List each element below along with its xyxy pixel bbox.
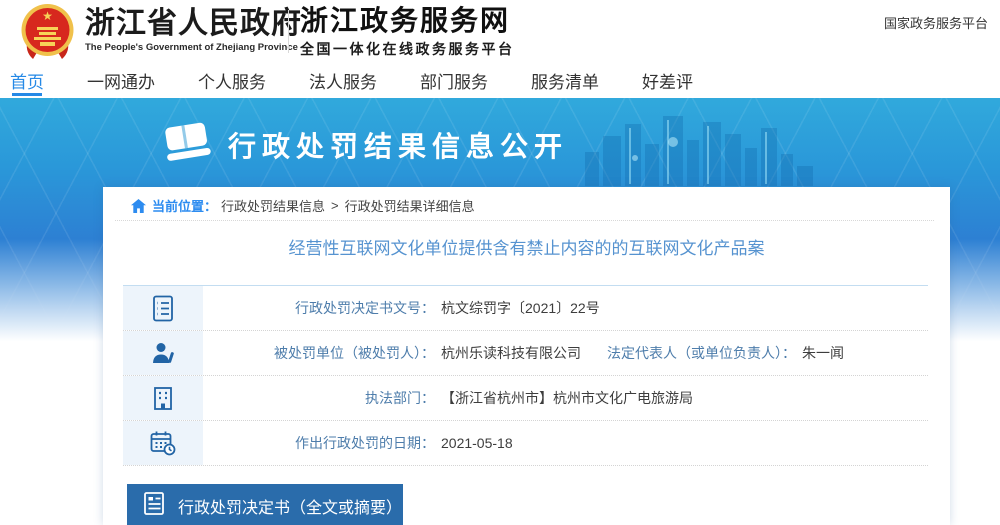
nav-items: 首页 一网通办 个人服务 法人服务 部门服务 服务清单 好差评: [10, 62, 693, 98]
case-title: 经营性互联网文化单位提供含有禁止内容的的互联网文化产品案: [288, 239, 765, 258]
gov-subtitle: The People's Government of Zhejiang Prov…: [85, 42, 298, 53]
table-row: 行政处罚决定书文号： 杭文综罚字〔2021〕22号: [123, 286, 928, 331]
penalty-decision-button-label: 行政处罚决定书（全文或摘要）: [178, 500, 403, 517]
row-value: 杭文综罚字〔2021〕22号: [441, 300, 600, 316]
nav-item-personal-services[interactable]: 个人服务: [198, 62, 266, 98]
portal-title-block: 浙江政务服务网 全国一体化在线政务服务平台: [300, 6, 515, 59]
breadcrumb-location-label: 当前位置：: [152, 199, 218, 214]
row-value-2: 朱一闻: [802, 345, 844, 361]
national-emblem-logo: ★: [20, 3, 75, 61]
table-row: 作出行政处罚的日期： 2021-05-18: [123, 421, 928, 466]
row-value: 【浙江省杭州市】杭州市文化广电旅游局: [441, 390, 693, 406]
row-text: 被处罚单位（被处罚人）： 杭州乐读科技有限公司 法定代表人（或单位负责人）： 朱…: [203, 331, 928, 375]
calendar-clock-icon: [123, 421, 203, 465]
nav-item-department-services[interactable]: 部门服务: [420, 62, 488, 98]
person-icon: [123, 331, 203, 375]
row-label: 执法部门：: [365, 390, 435, 406]
portal-title: 浙江政务服务网: [300, 6, 511, 37]
gov-title-block: 浙江省人民政府 The People's Government of Zheji…: [85, 7, 302, 53]
content-panel: 当前位置： 行政处罚结果信息 > 行政处罚结果详细信息 经营性互联网文化单位提供…: [103, 187, 950, 525]
row-text: 执法部门： 【浙江省杭州市】杭州市文化广电旅游局: [203, 376, 928, 420]
breadcrumb-current: 行政处罚结果详细信息: [344, 199, 475, 214]
nav-item-service-list[interactable]: 服务清单: [531, 62, 599, 98]
breadcrumb-divider: [115, 220, 934, 221]
header-divider: [288, 10, 289, 53]
row-label: 行政处罚决定书文号：: [295, 300, 435, 316]
city-skyline-graphic: [585, 116, 813, 186]
gov-title: 浙江省人民政府: [85, 7, 302, 40]
top-header: ★ 浙江省人民政府 The People's Government of Zhe…: [0, 0, 1000, 62]
table-row: 执法部门： 【浙江省杭州市】杭州市文化广电旅游局: [123, 376, 928, 421]
hero-banner: 行政处罚结果信息公开 当前位置： 行政处罚结果信息 > 行政处罚结果详细信息 经…: [0, 98, 1000, 525]
row-value: 杭州乐读科技有限公司: [441, 345, 581, 361]
main-nav: 首页 一网通办 个人服务 法人服务 部门服务 服务清单 好差评 搜索: [0, 62, 1000, 155]
book-icon: [160, 118, 214, 171]
nav-item-rating[interactable]: 好差评: [642, 62, 693, 98]
portal-subtitle: 全国一体化在线政务服务平台: [300, 43, 515, 58]
row-text: 行政处罚决定书文号： 杭文综罚字〔2021〕22号: [203, 286, 928, 330]
building-icon: [123, 376, 203, 420]
penalty-detail-table: 行政处罚决定书文号： 杭文综罚字〔2021〕22号 被处罚单位（被处罚人）： 杭…: [123, 285, 928, 466]
national-platform-link[interactable]: 国家政务服务平台: [884, 13, 988, 32]
document-text-icon: [143, 491, 166, 521]
home-icon: [131, 198, 146, 213]
nav-item-legal-person-services[interactable]: 法人服务: [309, 62, 377, 98]
breadcrumb: 当前位置： 行政处罚结果信息 > 行政处罚结果详细信息: [131, 196, 475, 215]
row-label: 被处罚单位（被处罚人）：: [274, 345, 435, 361]
row-value: 2021-05-18: [441, 435, 513, 451]
banner-title: 行政处罚结果信息公开: [228, 131, 569, 162]
nav-item-home[interactable]: 首页: [10, 62, 44, 98]
row-label-2: 法定代表人（或单位负责人）：: [607, 345, 796, 361]
breadcrumb-parent-link[interactable]: 行政处罚结果信息: [221, 196, 325, 215]
page: ★ 浙江省人民政府 The People's Government of Zhe…: [0, 0, 1000, 525]
svg-text:★: ★: [42, 9, 53, 23]
breadcrumb-separator: >: [331, 198, 339, 213]
table-row: 被处罚单位（被处罚人）： 杭州乐读科技有限公司 法定代表人（或单位负责人）： 朱…: [123, 331, 928, 376]
document-list-icon: [123, 286, 203, 330]
penalty-decision-button[interactable]: 行政处罚决定书（全文或摘要）: [127, 484, 403, 525]
nav-item-one-stop[interactable]: 一网通办: [87, 62, 155, 98]
row-text: 作出行政处罚的日期： 2021-05-18: [203, 421, 928, 465]
row-label: 作出行政处罚的日期：: [295, 435, 435, 451]
